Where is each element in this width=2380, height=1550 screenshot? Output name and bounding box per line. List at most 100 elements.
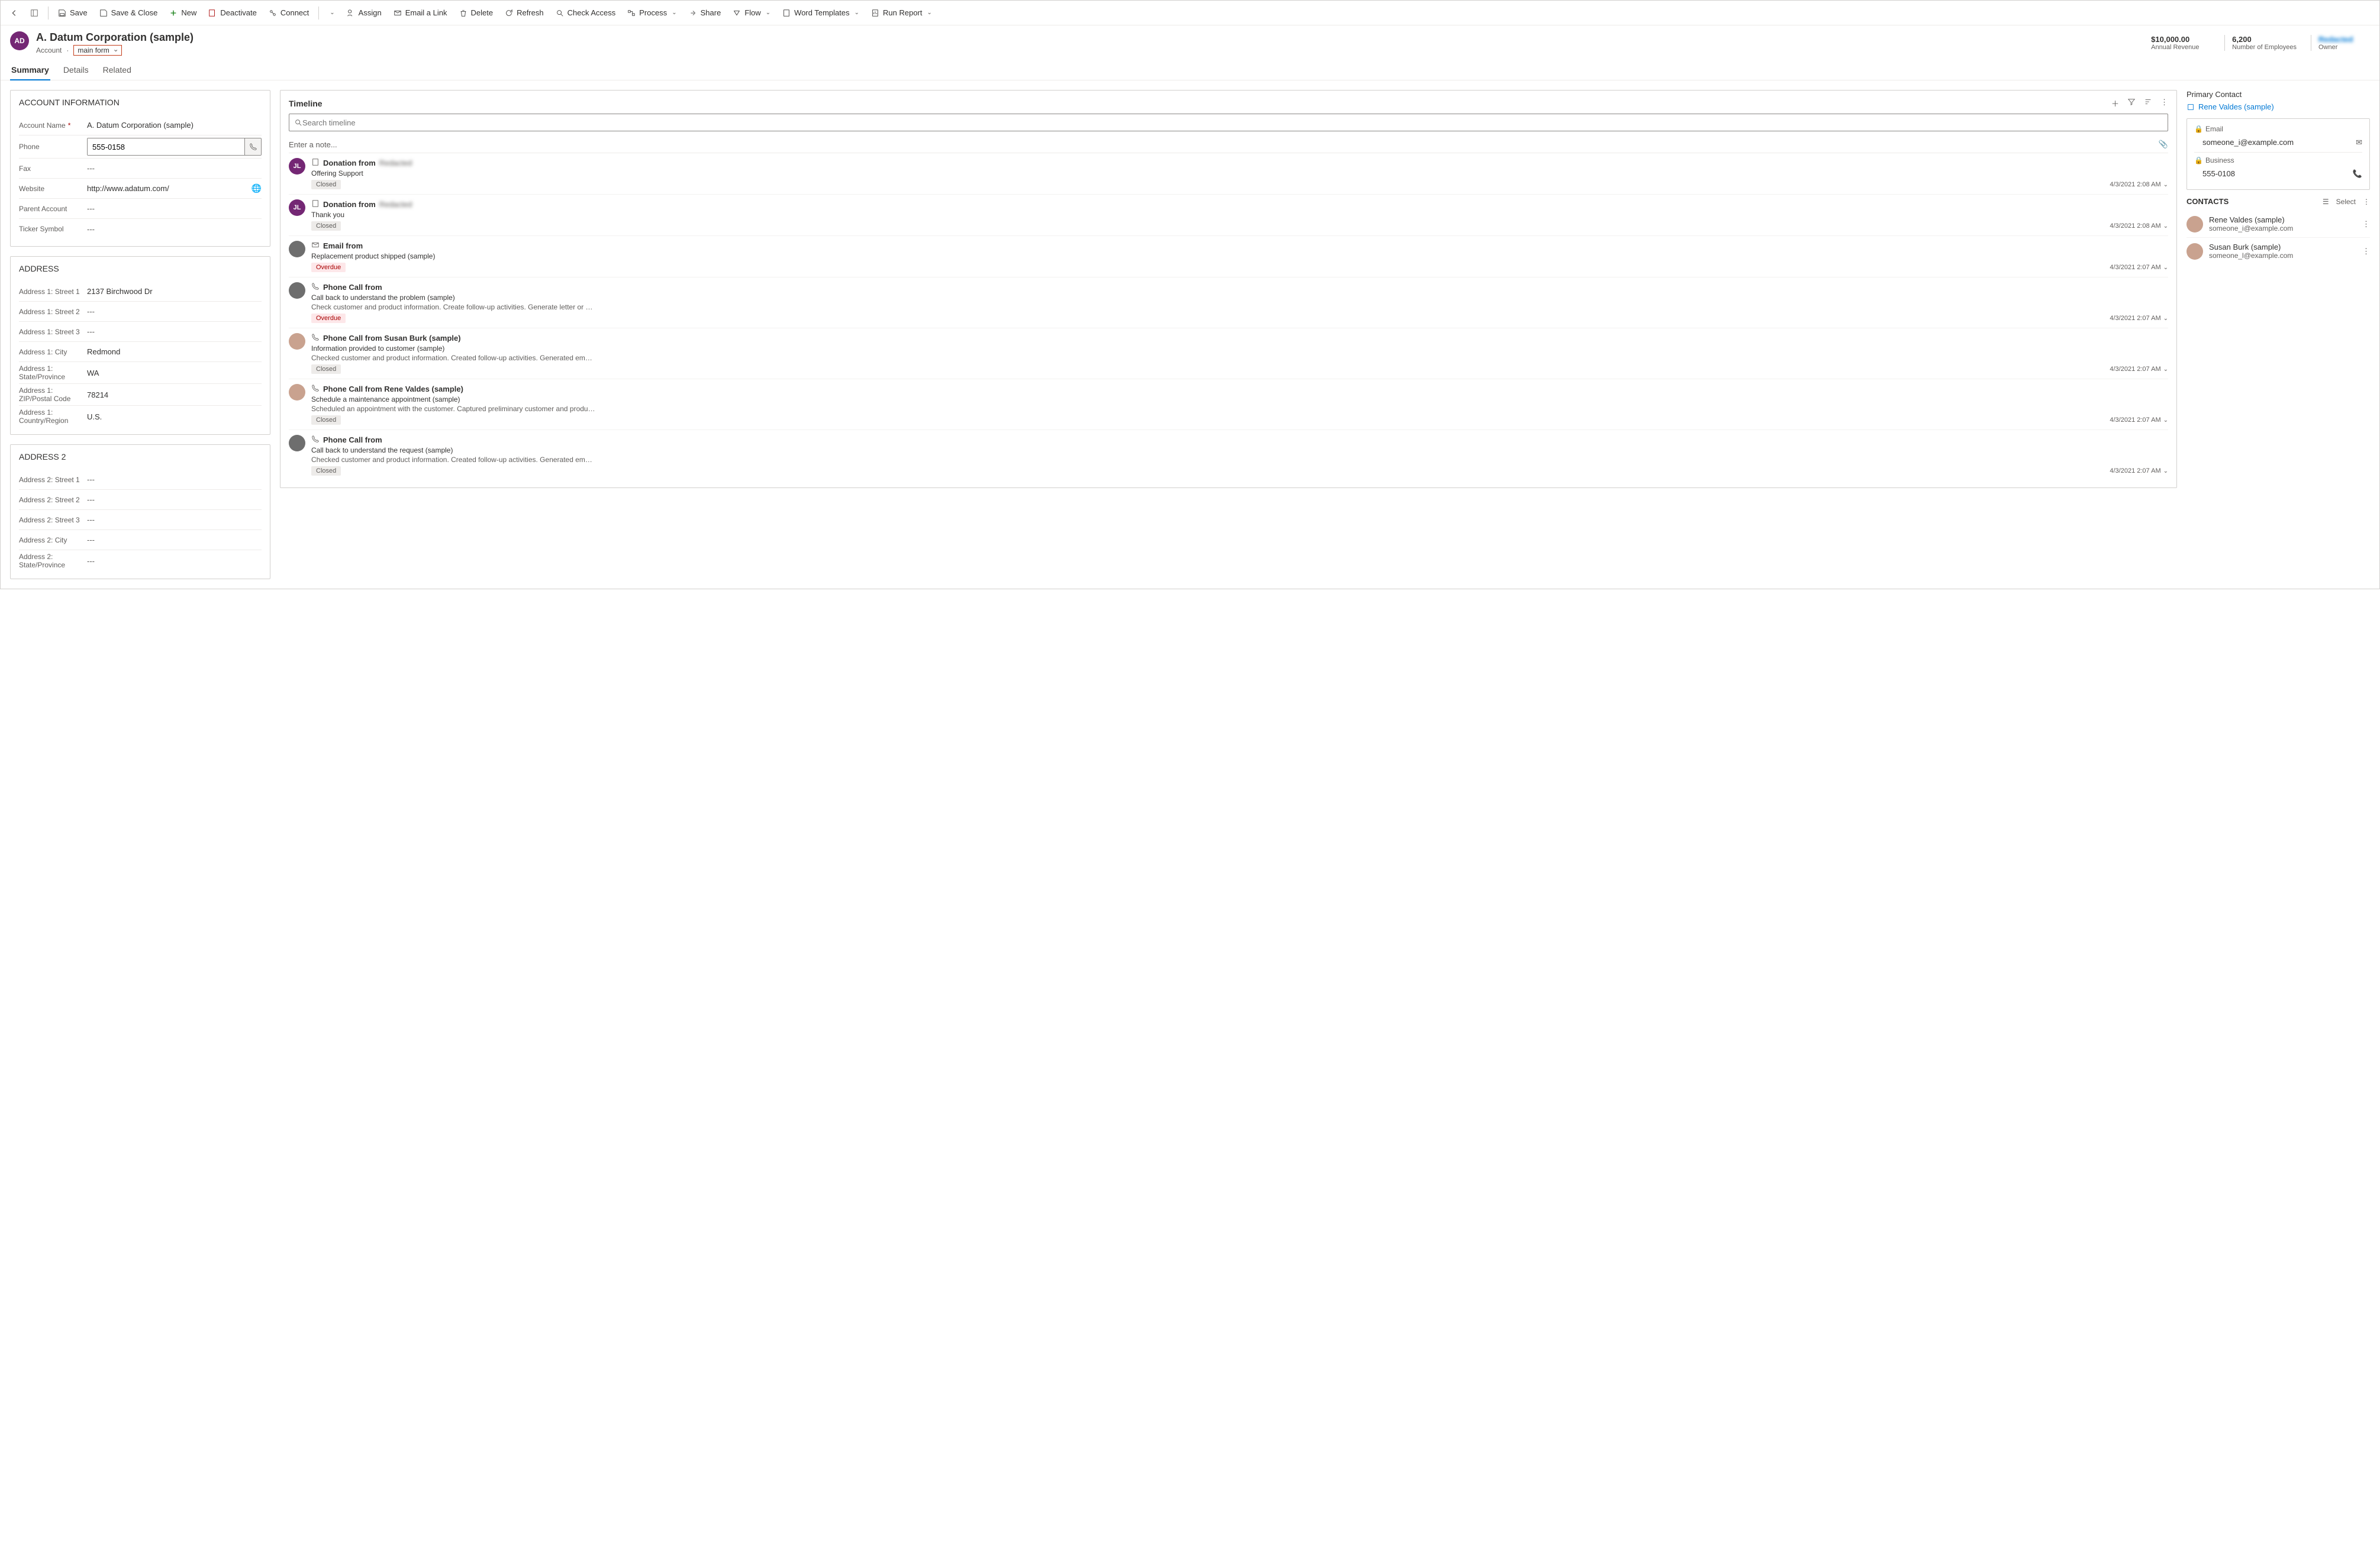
- stat-employees: 6,200: [2232, 35, 2297, 44]
- contacts-more-icon[interactable]: ⋮: [2363, 198, 2370, 206]
- contact-more-icon[interactable]: ⋮: [2362, 219, 2370, 229]
- address-value[interactable]: ---: [87, 327, 262, 336]
- address-value[interactable]: ---: [87, 475, 262, 484]
- record-avatar: AD: [10, 31, 29, 50]
- tab-summary[interactable]: Summary: [10, 62, 50, 80]
- timeline-item[interactable]: JLDonation fromRedactedThank youClosed4/…: [289, 195, 2168, 236]
- assign-button[interactable]: Assign: [342, 5, 386, 21]
- ticker-value[interactable]: ---: [87, 225, 262, 234]
- timeline-avatar: JL: [289, 158, 305, 175]
- save-button[interactable]: Save: [53, 5, 92, 21]
- search-icon: [294, 118, 302, 127]
- contact-more-icon[interactable]: ⋮: [2362, 247, 2370, 256]
- timeline-item[interactable]: Phone Call fromCall back to understand t…: [289, 430, 2168, 480]
- timeline-item[interactable]: JLDonation fromRedactedOffering SupportC…: [289, 153, 2168, 195]
- timeline-date[interactable]: 4/3/2021 2:07 AM ⌄: [2110, 416, 2168, 424]
- parent-account-value[interactable]: ---: [87, 204, 262, 213]
- flow-button[interactable]: Flow⌄: [728, 5, 775, 21]
- address2-card: ADDRESS 2 Address 2: Street 1---Address …: [10, 444, 270, 579]
- timeline-note-input[interactable]: Enter a note... 📎: [289, 136, 2168, 153]
- account-name-value[interactable]: A. Datum Corporation (sample): [87, 121, 262, 130]
- address-value[interactable]: ---: [87, 495, 262, 504]
- address-value[interactable]: U.S.: [87, 412, 262, 421]
- address-value[interactable]: 2137 Birchwood Dr: [87, 287, 262, 296]
- timeline-item[interactable]: Email fromReplacement product shipped (s…: [289, 236, 2168, 277]
- timeline-item[interactable]: Phone Call fromCall back to understand t…: [289, 277, 2168, 328]
- share-button[interactable]: Share: [684, 5, 726, 21]
- delete-button[interactable]: Delete: [454, 5, 498, 21]
- activity-type-icon: [311, 282, 320, 292]
- email-action-icon[interactable]: ✉: [2356, 138, 2362, 147]
- timeline-search-input[interactable]: [302, 118, 2163, 127]
- email-link-button[interactable]: Email a Link: [389, 5, 452, 21]
- contact-row[interactable]: Rene Valdes (sample)someone_i@example.co…: [2186, 211, 2370, 238]
- timeline-add-icon[interactable]: ＋: [2111, 98, 2119, 109]
- timeline-date[interactable]: 4/3/2021 2:07 AM ⌄: [2110, 366, 2168, 373]
- activity-type-icon: [311, 333, 320, 343]
- account-info-card: ACCOUNT INFORMATION Account Name* A. Dat…: [10, 90, 270, 247]
- address-value[interactable]: ---: [87, 515, 262, 524]
- address-value[interactable]: ---: [87, 535, 262, 544]
- form-selector[interactable]: main form: [73, 45, 121, 56]
- panel-icon[interactable]: [25, 5, 43, 21]
- page-title: A. Datum Corporation (sample): [36, 31, 2151, 44]
- check-access-button[interactable]: Check Access: [551, 5, 621, 21]
- new-button[interactable]: New: [165, 5, 201, 21]
- timeline-search[interactable]: [289, 114, 2168, 131]
- phone-call-icon[interactable]: [244, 138, 261, 155]
- word-templates-button[interactable]: Word Templates⌄: [778, 5, 864, 21]
- connect-button[interactable]: Connect: [264, 5, 314, 21]
- timeline-date[interactable]: 4/3/2021 2:08 AM ⌄: [2110, 222, 2168, 230]
- fax-value[interactable]: ---: [87, 164, 262, 173]
- timeline-date[interactable]: 4/3/2021 2:08 AM ⌄: [2110, 181, 2168, 188]
- connect-dropdown[interactable]: ⌄: [324, 6, 339, 20]
- contact-phone[interactable]: 555-0108: [2202, 169, 2235, 179]
- back-button[interactable]: [5, 5, 23, 21]
- run-report-button[interactable]: Run Report⌄: [866, 5, 937, 21]
- timeline-date[interactable]: 4/3/2021 2:07 AM ⌄: [2110, 315, 2168, 322]
- status-badge: Overdue: [311, 263, 346, 272]
- timeline-item[interactable]: Phone Call from Susan Burk (sample)Infor…: [289, 328, 2168, 379]
- save-close-button[interactable]: Save & Close: [95, 5, 163, 21]
- contacts-view-icon[interactable]: ☰: [2323, 198, 2329, 206]
- contacts-select-button[interactable]: Select: [2336, 198, 2356, 206]
- address-value[interactable]: ---: [87, 307, 262, 316]
- timeline-filter-icon[interactable]: [2127, 98, 2136, 109]
- record-header: AD A. Datum Corporation (sample) Account…: [1, 25, 2379, 56]
- timeline-date[interactable]: 4/3/2021 2:07 AM ⌄: [2110, 264, 2168, 271]
- lock-icon: 🔒: [2194, 125, 2203, 133]
- status-badge: Closed: [311, 180, 341, 189]
- phone-field[interactable]: [87, 138, 262, 156]
- timeline-date[interactable]: 4/3/2021 2:07 AM ⌄: [2110, 467, 2168, 474]
- status-badge: Overdue: [311, 314, 346, 323]
- tab-details[interactable]: Details: [62, 62, 90, 80]
- address-value[interactable]: WA: [87, 369, 262, 377]
- stat-revenue: $10,000.00: [2151, 35, 2210, 44]
- record-tabs: Summary Details Related: [1, 56, 2379, 80]
- activity-type-icon: [311, 435, 320, 445]
- timeline-item[interactable]: Phone Call from Rene Valdes (sample)Sche…: [289, 379, 2168, 430]
- timeline-sort-icon[interactable]: [2144, 98, 2152, 109]
- attachment-icon[interactable]: 📎: [2159, 140, 2168, 149]
- globe-icon[interactable]: 🌐: [251, 183, 262, 193]
- website-value[interactable]: http://www.adatum.com/: [87, 184, 251, 193]
- activity-type-icon: [311, 158, 320, 168]
- phone-action-icon[interactable]: 📞: [2353, 169, 2362, 179]
- refresh-button[interactable]: Refresh: [500, 5, 549, 21]
- timeline-more-icon[interactable]: ⋮: [2160, 98, 2168, 109]
- contact-row[interactable]: Susan Burk (sample)someone_l@example.com…: [2186, 238, 2370, 264]
- contact-email[interactable]: someone_i@example.com: [2202, 138, 2294, 147]
- status-badge: Closed: [311, 466, 341, 476]
- tab-related[interactable]: Related: [102, 62, 133, 80]
- timeline-avatar: [289, 435, 305, 451]
- address-value[interactable]: Redmond: [87, 347, 262, 356]
- primary-contact-card: 🔒Email someone_i@example.com✉ 🔒Business …: [2186, 118, 2370, 190]
- primary-contact-link[interactable]: Rene Valdes (sample): [2186, 102, 2370, 111]
- address-value[interactable]: ---: [87, 557, 262, 566]
- address-value[interactable]: 78214: [87, 390, 262, 399]
- address1-card: ADDRESS Address 1: Street 12137 Birchwoo…: [10, 256, 270, 435]
- phone-input[interactable]: [88, 138, 244, 155]
- process-button[interactable]: Process⌄: [623, 5, 681, 21]
- contact-avatar: [2186, 243, 2203, 260]
- deactivate-button[interactable]: Deactivate: [204, 5, 261, 21]
